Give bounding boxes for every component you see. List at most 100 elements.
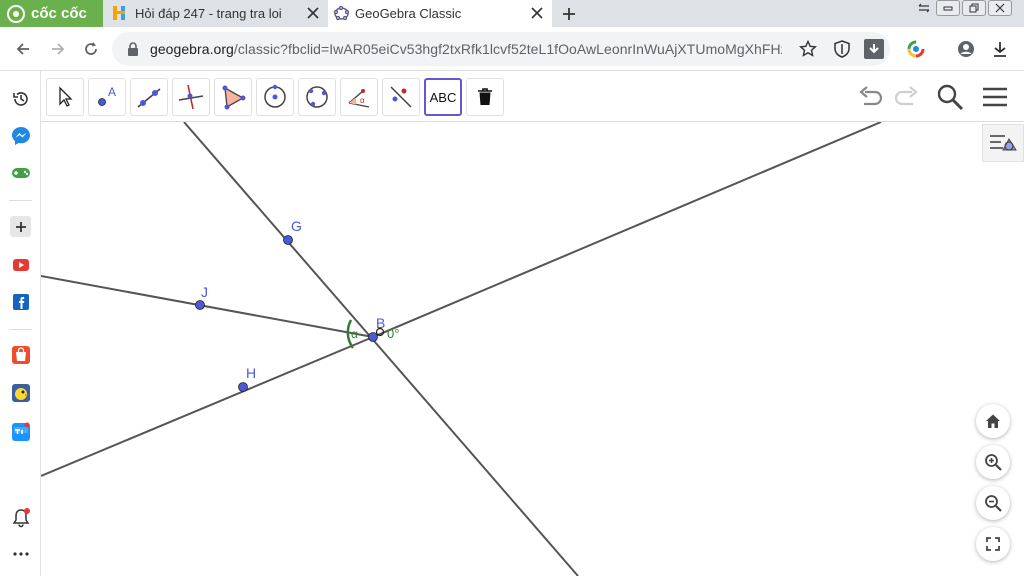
games-button[interactable]: [10, 162, 31, 183]
circle-center-icon: [264, 84, 286, 108]
downloads-button[interactable]: [988, 37, 1012, 61]
url-host: geogebra.org: [150, 41, 234, 57]
youtube-icon: [12, 258, 29, 271]
browser-sidebar: [0, 71, 41, 576]
notifications-button[interactable]: [10, 507, 31, 528]
coccoc-logo-icon: [7, 4, 25, 23]
zoom-in-button[interactable]: [976, 445, 1010, 479]
point-G[interactable]: [283, 235, 293, 245]
close-tab-icon[interactable]: [304, 4, 322, 22]
reload-icon: [85, 42, 97, 55]
polygon-tool[interactable]: [214, 78, 252, 116]
minimize-button[interactable]: [936, 0, 960, 16]
style-bar-icon: [990, 135, 1017, 151]
facebook-shortcut[interactable]: [10, 291, 31, 312]
redo-button[interactable]: [891, 82, 921, 112]
move-tool[interactable]: [46, 78, 84, 116]
point-B[interactable]: [368, 332, 378, 342]
download-icon: [869, 44, 879, 54]
url-path: /classic?fbclid=IwAR05eiCv53hgf2txRfk1lc…: [233, 41, 782, 57]
restore-icon: [969, 3, 979, 13]
tab-search-button[interactable]: [914, 0, 934, 16]
standard-view-button[interactable]: [976, 404, 1010, 438]
ray-from-B[interactable]: [372, 122, 882, 338]
address-bar[interactable]: geogebra.org/classic?fbclid=IwAR05eiCv53…: [112, 32, 890, 66]
profile-button[interactable]: [954, 37, 978, 61]
shield-button[interactable]: [832, 39, 852, 59]
shopee-shortcut[interactable]: [10, 344, 31, 365]
angle-value-label: 0°: [387, 326, 399, 341]
zoom-in-icon: [985, 454, 1002, 471]
circle-three-points-icon: [306, 86, 328, 108]
bird-game-icon: [11, 383, 30, 402]
more-dots-icon: [12, 551, 29, 556]
restore-button[interactable]: [962, 0, 986, 16]
text-tool-label: ABC: [429, 89, 457, 105]
point-label-G: G: [291, 218, 302, 234]
fullscreen-button[interactable]: [976, 527, 1010, 561]
redo-icon: [894, 86, 918, 106]
main-menu-button[interactable]: [980, 82, 1010, 112]
more-options-button[interactable]: [10, 543, 31, 564]
perpendicular-line-tool[interactable]: [172, 78, 210, 116]
circle-center-point-tool[interactable]: [256, 78, 294, 116]
arrow-right-icon: [52, 43, 65, 55]
tiki-shortcut[interactable]: [10, 421, 31, 442]
hamburger-menu-icon: [983, 87, 1007, 107]
youtube-shortcut[interactable]: [10, 254, 31, 275]
close-icon: [995, 3, 1005, 13]
line-through-H-B[interactable]: [41, 336, 374, 477]
fullscreen-icon: [986, 537, 1000, 551]
add-shortcut-button[interactable]: [10, 216, 31, 237]
search-button[interactable]: [935, 82, 965, 112]
undo-button[interactable]: [856, 82, 886, 112]
construction-drawing[interactable]: α 0° G J H B: [41, 122, 1024, 576]
coccoc-menu-button[interactable]: cốc cốc: [0, 0, 103, 27]
home-icon: [986, 414, 1000, 428]
text-tool[interactable]: ABC: [424, 78, 462, 116]
lock-icon[interactable]: [126, 41, 140, 57]
point-icon: A: [98, 85, 116, 106]
bell-icon: [12, 507, 30, 527]
line-through-G-B[interactable]: [183, 122, 579, 576]
angle-icon: α: [348, 89, 370, 108]
back-button[interactable]: [11, 37, 35, 61]
download-page-button[interactable]: [864, 39, 884, 59]
hoidap-favicon-icon: [113, 6, 125, 20]
url-text[interactable]: geogebra.org/classic?fbclid=IwAR05eiCv53…: [150, 41, 782, 57]
forward-button[interactable]: [46, 37, 70, 61]
line-tool[interactable]: [130, 78, 168, 116]
new-tab-button[interactable]: [558, 3, 580, 25]
tab-hoidap247[interactable]: Hỏi đáp 247 - trang tra loi: [105, 0, 328, 27]
style-bar-toggle[interactable]: [982, 124, 1024, 162]
geogebra-favicon-icon: [333, 5, 350, 21]
angle-name-label: α: [351, 327, 358, 341]
point-tool[interactable]: A: [88, 78, 126, 116]
tab-strip: cốc cốc Hỏi đáp 247 - trang tra loi GeoG…: [0, 0, 1024, 27]
history-button[interactable]: [10, 88, 31, 109]
reflect-line-icon: [390, 86, 412, 108]
perpendicular-icon: [178, 84, 204, 110]
reflect-about-line-tool[interactable]: [382, 78, 420, 116]
bookmark-button[interactable]: [798, 39, 818, 59]
close-tab-icon[interactable]: [528, 4, 546, 22]
extension-button[interactable]: [904, 37, 928, 61]
tab-title: Hỏi đáp 247 - trang tra loi: [135, 6, 282, 21]
delete-tool[interactable]: [466, 78, 504, 116]
close-window-button[interactable]: [988, 0, 1012, 16]
messenger-button[interactable]: [10, 125, 31, 146]
game-shortcut[interactable]: [10, 382, 31, 403]
gamepad-icon: [11, 167, 30, 178]
graphics-view[interactable]: α 0° G J H B: [41, 122, 1024, 576]
colorful-extension-icon: [907, 40, 925, 58]
shield-icon: [834, 40, 850, 58]
angle-tool[interactable]: α: [340, 78, 378, 116]
point-J[interactable]: [195, 300, 205, 310]
point-H[interactable]: [238, 382, 248, 392]
reload-button[interactable]: [79, 37, 103, 61]
tab-geogebra[interactable]: GeoGebra Classic: [328, 0, 552, 27]
circle-three-points-tool[interactable]: [298, 78, 336, 116]
zoom-out-button[interactable]: [976, 486, 1010, 520]
arrows-icon: [918, 3, 930, 13]
shopee-bag-icon: [11, 345, 30, 364]
